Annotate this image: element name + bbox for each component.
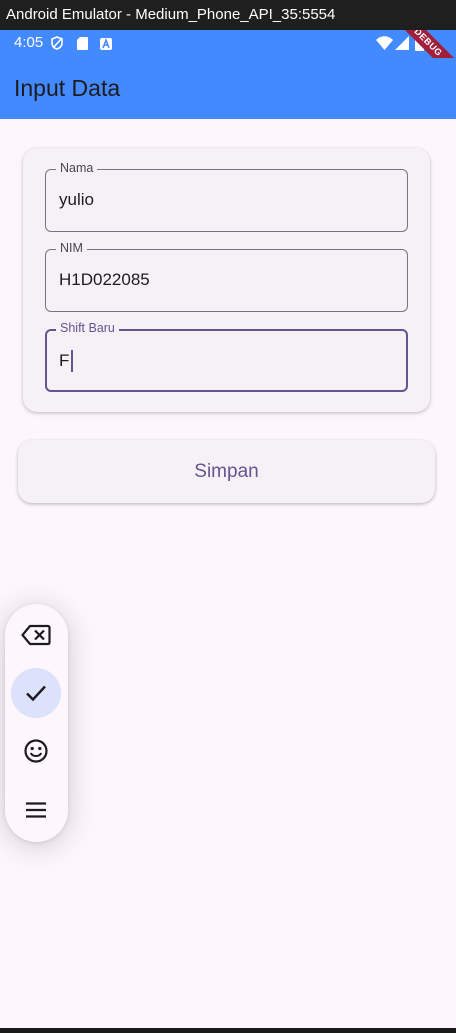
sd-card-icon [77, 37, 88, 50]
emulator-bottom-edge [0, 1028, 456, 1033]
page-title: Input Data [14, 75, 121, 101]
nim-field[interactable]: NIM H1D022085 [45, 241, 408, 312]
app-bar: Input Data [0, 58, 456, 119]
shield-icon [51, 36, 63, 50]
keyboard-floating-toolbar [5, 604, 68, 842]
shift-baru-input[interactable]: F [59, 350, 74, 372]
nama-field[interactable]: Nama yulio [45, 161, 408, 232]
save-button[interactable]: Simpan [18, 440, 435, 503]
form-card: Nama yulio NIM H1D022085 Shift Baru F [23, 148, 430, 412]
check-icon [26, 685, 46, 702]
nama-value: yulio [59, 190, 94, 209]
backspace-button[interactable] [11, 610, 61, 660]
emulator-window-title: Android Emulator - Medium_Phone_API_35:5… [0, 0, 456, 30]
status-time: 4:05 [14, 34, 44, 51]
status-bar: 4:05 DEBUG [0, 30, 456, 94]
app-notification-icon [100, 38, 112, 50]
wifi-icon [376, 36, 393, 50]
text-cursor [71, 350, 74, 372]
phone-screen: 4:05 DEBUG Input Data Nama yulio NIM H1D… [0, 30, 456, 1028]
nim-label: NIM [56, 241, 87, 255]
emoji-button[interactable] [11, 726, 61, 776]
nim-value: H1D022085 [59, 270, 150, 289]
shift-baru-field[interactable]: Shift Baru F [45, 321, 408, 392]
shift-baru-value: F [59, 351, 70, 370]
shift-baru-label: Shift Baru [56, 321, 119, 335]
cell-signal-icon [395, 36, 409, 50]
emoji-icon [24, 739, 48, 763]
nama-label: Nama [56, 161, 98, 175]
menu-button[interactable] [11, 785, 61, 835]
done-button[interactable] [11, 668, 61, 718]
menu-icon [26, 802, 46, 818]
backspace-icon [21, 624, 51, 646]
